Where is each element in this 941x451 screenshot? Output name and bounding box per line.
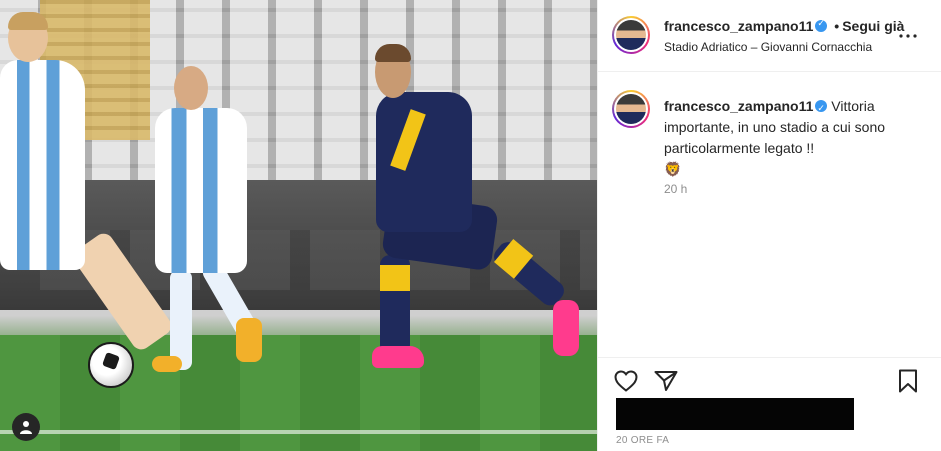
post-date[interactable]: 20 ORE FA — [616, 435, 669, 446]
avatar-image — [616, 20, 646, 50]
follow-button[interactable]: Segui già — [842, 18, 904, 34]
caption-username[interactable]: francesco_zampano11 — [664, 98, 813, 114]
player-middle-boot — [236, 318, 262, 362]
separator-dot: • — [834, 18, 840, 34]
verified-badge-icon — [815, 18, 828, 32]
redacted-likes — [616, 398, 854, 430]
caption-timestamp[interactable]: 20 h — [664, 182, 687, 196]
player-middle-head — [174, 66, 208, 110]
user-icon — [20, 421, 32, 434]
player-right-sock — [380, 265, 410, 291]
football — [88, 342, 134, 388]
player-middle-body — [155, 108, 247, 273]
verified-badge-icon — [815, 98, 828, 119]
player-right-boot — [372, 346, 424, 368]
player-middle-boot — [152, 356, 182, 372]
header-username[interactable]: francesco_zampano11 — [664, 18, 813, 34]
post-photo[interactable] — [0, 0, 597, 451]
tagged-users-button[interactable] — [12, 413, 40, 441]
caption-text: francesco_zampano11 Vittoria importante,… — [664, 96, 926, 177]
heart-icon[interactable] — [613, 368, 639, 394]
lion-emoji-icon: 🦁 — [664, 161, 682, 177]
bookmark-icon[interactable] — [895, 368, 921, 394]
more-options-icon[interactable] — [898, 26, 918, 46]
post-side-panel: francesco_zampano11 •Segui già Stadio Ad… — [597, 0, 941, 451]
location-link[interactable]: Stadio Adriatico – Giovanni Cornacchia — [664, 40, 872, 54]
paper-plane-icon[interactable] — [653, 368, 679, 394]
player-right-boot — [553, 300, 579, 356]
header-user-line: francesco_zampano11 •Segui già — [664, 18, 904, 34]
caption-avatar[interactable] — [612, 90, 650, 128]
player-left-hair — [8, 12, 48, 30]
avatar-image — [616, 94, 646, 124]
player-right-hair — [375, 44, 411, 62]
pitch-line — [0, 430, 597, 434]
post-actions: 20 ORE FA — [598, 357, 941, 451]
player-left-body — [0, 60, 85, 270]
post-header: francesco_zampano11 •Segui già Stadio Ad… — [598, 0, 941, 72]
player-middle-leg — [170, 270, 192, 370]
avatar[interactable] — [612, 16, 650, 54]
